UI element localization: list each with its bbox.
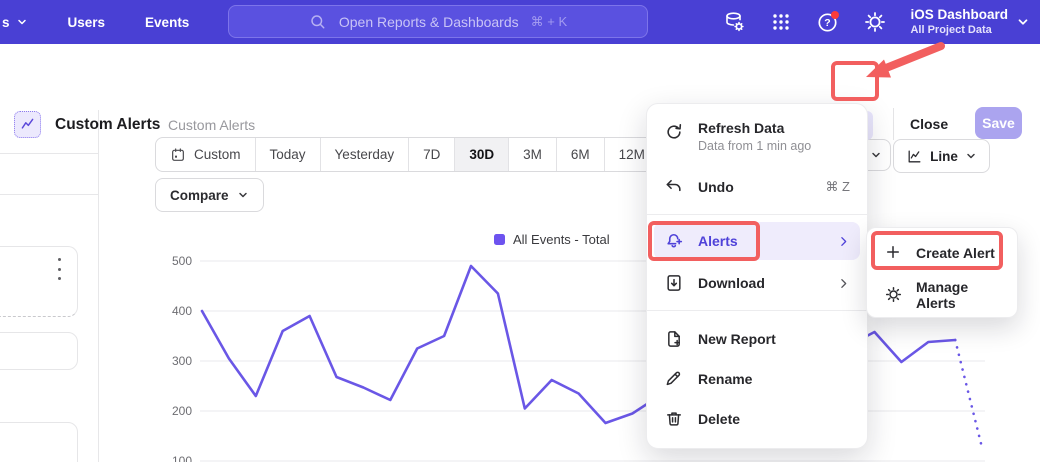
plus-icon [884,243,904,263]
alerts-submenu: Create Alert Manage Alerts [866,227,1018,318]
project-name: iOS Dashboard [910,7,1008,24]
chevron-right-icon [837,235,850,248]
svg-text:200: 200 [172,404,192,418]
trash-icon [664,409,684,429]
menu-sublabel: Data from 1 min ago [698,139,811,153]
download-icon [664,273,684,293]
range-yesterday[interactable]: Yesterday [320,138,409,171]
chevron-down-icon [870,149,882,161]
svg-text:500: 500 [172,254,192,268]
menu-divider [647,214,867,215]
chevron-down-icon [16,16,28,28]
app-window: s Users Events Open Reports & Dashboards… [0,0,1040,462]
menu-label: Alerts [698,233,738,249]
nav-boards-partial[interactable]: s [2,15,28,30]
menu-item-alerts[interactable]: Alerts [654,222,860,260]
menu-item-delete[interactable]: Delete [654,400,860,438]
compare-button[interactable]: Compare [155,178,264,212]
menu-label: Download [698,275,765,291]
range-6m[interactable]: 6M [556,138,604,171]
chart-type-button[interactable]: Line [893,139,990,173]
gear-icon [884,285,904,305]
menu-label: New Report [698,331,776,347]
menu-item-new-report[interactable]: New Report [654,320,860,358]
date-range-selector: Custom Today Yesterday 7D 30D 3M 6M 12M [155,137,660,172]
sidebar-row-divider [0,194,98,195]
chevron-down-icon [237,189,249,201]
nav-item-events[interactable]: Events [145,15,189,30]
menu-divider [647,310,867,311]
project-scope: All Project Data [910,24,1008,38]
chart-legend: All Events - Total [494,232,610,247]
nav-brand-label: s [2,15,10,30]
menu-item-download[interactable]: Download [654,264,860,302]
chart-type-label: Line [930,149,958,164]
search-shortcut: ⌘ + K [531,14,568,30]
bell-plus-icon [664,231,684,251]
menu-label: Rename [698,371,752,387]
save-button[interactable]: Save [975,107,1022,139]
more-options-menu: Refresh Data Data from 1 min ago Undo ⌘ … [646,103,868,449]
pencil-icon [664,369,684,389]
svg-text:?: ? [825,17,831,29]
page-title: Custom Alerts [55,116,160,134]
sidebar-card[interactable] [0,246,78,317]
nav-item-users[interactable]: Users [68,15,106,30]
submenu-item-create-alert[interactable]: Create Alert [874,234,1010,272]
search-icon [309,13,327,31]
range-3m[interactable]: 3M [508,138,556,171]
svg-text:100: 100 [172,454,192,462]
compare-label: Compare [170,188,229,203]
menu-item-rename[interactable]: Rename [654,360,860,398]
undo-icon [664,177,684,197]
range-label: Custom [194,147,241,162]
menu-label: Create Alert [916,245,995,261]
range-7d[interactable]: 7D [408,138,454,171]
notification-dot [831,11,839,19]
report-header: Custom Alerts Custom Alerts GV Duplicate… [0,44,1040,110]
apps-grid-icon[interactable] [769,10,793,34]
menu-item-refresh-data[interactable]: Refresh Data Data from 1 min ago [654,112,860,172]
range-custom[interactable]: Custom [156,138,255,171]
project-switcher[interactable]: iOS Dashboard All Project Data [910,7,1030,38]
menu-label: Undo [698,179,734,195]
menu-item-undo[interactable]: Undo ⌘ Z [654,168,860,206]
shortcut-hint: ⌘ Z [825,179,850,195]
header-divider [893,108,894,140]
range-30d-active[interactable]: 30D [454,138,508,171]
refresh-icon [664,122,684,142]
breadcrumb: Custom Alerts [168,117,255,133]
menu-label: Delete [698,411,740,427]
document-plus-icon [664,329,684,349]
sidebar-card[interactable] [0,332,78,370]
sidebar-border [98,108,99,462]
sidebar-card[interactable] [0,422,78,462]
search-input[interactable]: Open Reports & Dashboards ⌘ + K [228,5,648,38]
svg-text:400: 400 [172,304,192,318]
svg-text:300: 300 [172,354,192,368]
calendar-icon [170,147,186,163]
close-button[interactable]: Close [910,116,948,132]
kebab-menu-icon[interactable] [52,258,66,280]
sidebar-row-divider [0,153,98,154]
settings-gear-icon[interactable] [863,10,887,34]
report-type-icon [14,111,41,138]
legend-swatch [494,234,505,245]
search-placeholder: Open Reports & Dashboards [339,14,519,30]
top-navbar: s Users Events Open Reports & Dashboards… [0,0,1040,44]
line-chart-icon [906,148,923,165]
legend-label: All Events - Total [513,232,610,247]
submenu-item-manage-alerts[interactable]: Manage Alerts [874,276,1010,314]
chevron-down-icon [965,150,977,162]
help-icon[interactable]: ? [816,10,840,34]
chevron-down-icon [1016,15,1030,29]
menu-label: Refresh Data [698,120,811,136]
range-today[interactable]: Today [255,138,320,171]
menu-label: Manage Alerts [916,279,1000,311]
data-management-icon[interactable] [722,10,746,34]
chevron-right-icon [837,277,850,290]
